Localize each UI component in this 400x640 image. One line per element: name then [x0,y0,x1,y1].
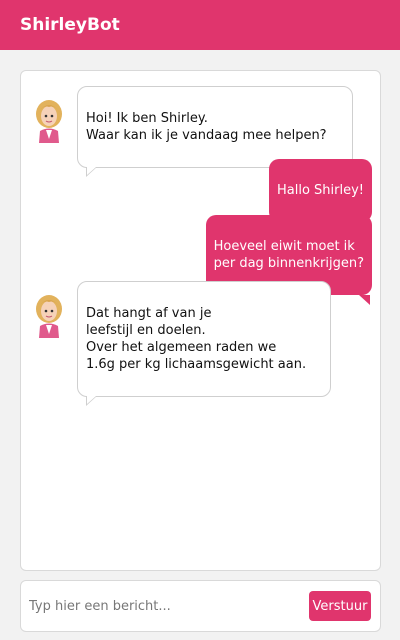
message-row: Hoeveel eiwit moet ik per dag binnenkrij… [21,215,380,305]
user-message-text: Hallo Shirley! [276,183,364,198]
message-row: Hoi! Ik ben Shirley. Waar kan ik je vand… [21,86,380,177]
app-header: ShirleyBot [0,0,400,50]
message-composer: Verstuur [20,580,381,632]
shirley-avatar-icon [36,295,62,338]
shirley-avatar-icon [36,100,62,143]
bot-message-bubble: Dat hangt af van je leefstijl en doelen.… [77,281,331,406]
user-message-bubble: Hallo Shirley! [268,159,372,232]
message-row: Hallo Shirley! [21,159,380,232]
message-row: Dat hangt af van je leefstijl en doelen.… [21,281,380,406]
chat-panel[interactable]: Hoi! Ik ben Shirley. Waar kan ik je vand… [20,70,381,571]
app-title: ShirleyBot [20,15,120,35]
send-button[interactable]: Verstuur [309,591,371,621]
bot-message-text: Hoi! Ik ben Shirley. Waar kan ik je vand… [86,111,327,143]
bot-message-text: Dat hangt af van je leefstijl en doelen.… [86,306,307,372]
message-input[interactable] [29,593,314,619]
user-message-text: Hoeveel eiwit moet ik per dag binnenkrij… [213,239,364,271]
bot-message-bubble: Hoi! Ik ben Shirley. Waar kan ik je vand… [77,86,353,177]
